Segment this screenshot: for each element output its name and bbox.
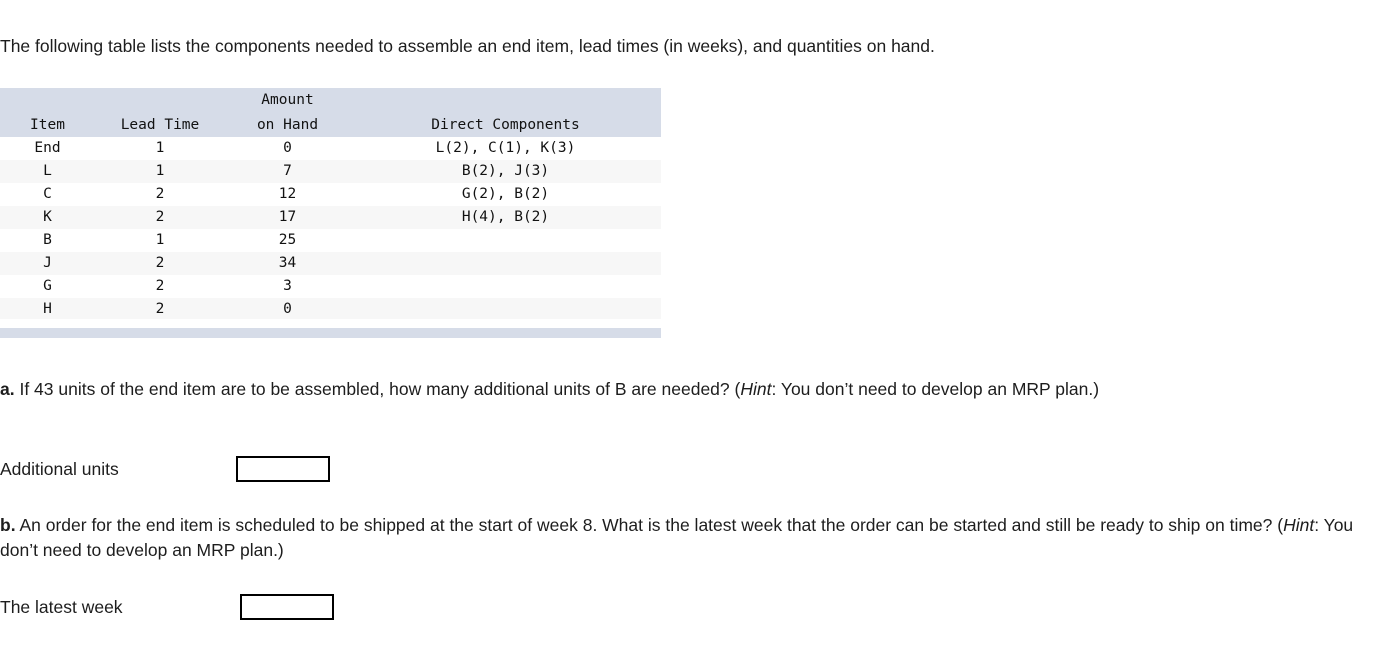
table-body: End 1 0 L(2), C(1), K(3) L 1 7 B(2), J(3) C 2 12 G(… — [0, 137, 661, 321]
cell-item: H — [43, 301, 52, 317]
cell-direct-components — [350, 298, 661, 321]
table-footer-bar — [0, 328, 661, 338]
cell-direct-components: B(2), J(3) — [461, 163, 550, 179]
cell-lead-time: 2 — [155, 186, 165, 202]
header-amount-on-hand-line1: Amount — [261, 92, 314, 108]
cell-direct-components: L(2), C(1), K(3) — [435, 140, 576, 156]
cell-item: End — [34, 140, 61, 156]
question-a-label: a. — [0, 379, 15, 399]
cell-lead-time: 2 — [155, 278, 165, 294]
latest-week-input[interactable] — [240, 594, 334, 620]
cell-lead-time: 2 — [155, 301, 165, 317]
cell-item: L — [43, 163, 52, 179]
question-b-hint-word: Hint — [1283, 515, 1315, 535]
table-row: End 1 0 L(2), C(1), K(3) — [0, 137, 661, 160]
table-header-row-bottom: Item Lead Time on Hand Direct Components — [0, 113, 661, 137]
table-row: J 2 34 — [0, 252, 661, 275]
cell-lead-time: 1 — [155, 232, 165, 248]
cell-lead-time: 2 — [155, 209, 165, 225]
answer-row-additional-units: Additional units — [0, 456, 330, 482]
table-row: L 1 7 B(2), J(3) — [0, 160, 661, 183]
question-b-text-before-hint: An order for the end item is scheduled t… — [15, 515, 1284, 535]
question-a: a. If 43 units of the end item are to be… — [0, 377, 1380, 402]
header-direct-components: Direct Components — [431, 117, 580, 133]
cell-lead-time: 1 — [155, 163, 165, 179]
cell-lead-time: 2 — [155, 255, 165, 271]
header-direct-components-spacer — [350, 88, 661, 113]
cell-lead-time: 1 — [155, 140, 165, 156]
answer-label-additional-units: Additional units — [0, 459, 119, 479]
cell-item: G — [43, 278, 52, 294]
cell-amount-on-hand: 0 — [283, 140, 292, 156]
table-row: G 2 3 — [0, 275, 661, 298]
components-table: Amount Item Lead Time on Hand Direct Com… — [0, 88, 661, 321]
header-amount-on-hand-line2: on Hand — [256, 117, 319, 133]
answer-label-latest-week: The latest week — [0, 597, 123, 617]
cell-item: B — [43, 232, 52, 248]
answer-row-latest-week: The latest week — [0, 594, 334, 620]
intro-paragraph: The following table lists the components… — [0, 36, 935, 56]
question-a-hint-word: Hint — [740, 379, 772, 399]
cell-amount-on-hand: 12 — [278, 186, 297, 202]
question-a-text-after-hint: : You don’t need to develop an MRP plan.… — [771, 379, 1100, 399]
question-b: b. An order for the end item is schedule… — [0, 513, 1380, 563]
table-header-row-top: Amount — [0, 88, 661, 113]
cell-direct-components: H(4), B(2) — [461, 209, 550, 225]
table-row: B 1 25 — [0, 229, 661, 252]
table-header: Amount Item Lead Time on Hand Direct Com… — [0, 88, 661, 137]
cell-direct-components — [350, 252, 661, 275]
header-lead-time: Lead Time — [120, 117, 200, 133]
table-row: H 2 0 — [0, 298, 661, 321]
cell-direct-components — [350, 275, 661, 298]
table-row: K 2 17 H(4), B(2) — [0, 206, 661, 229]
cell-direct-components — [350, 229, 661, 252]
cell-amount-on-hand: 17 — [278, 209, 297, 225]
question-a-text-before-hint: If 43 units of the end item are to be as… — [14, 379, 741, 399]
table-bottom-spacer — [0, 319, 661, 328]
cell-amount-on-hand: 0 — [283, 301, 292, 317]
header-lead-time-spacer — [95, 88, 225, 113]
header-item: Item — [30, 117, 65, 133]
header-item-spacer — [0, 88, 95, 113]
cell-amount-on-hand: 34 — [278, 255, 297, 271]
additional-units-input[interactable] — [236, 456, 330, 482]
cell-item: C — [43, 186, 52, 202]
cell-direct-components: G(2), B(2) — [461, 186, 550, 202]
cell-amount-on-hand: 25 — [278, 232, 297, 248]
cell-item: K — [43, 209, 52, 225]
cell-amount-on-hand: 7 — [283, 163, 292, 179]
question-b-label: b. — [0, 515, 16, 535]
cell-item: J — [43, 255, 52, 271]
table-row: C 2 12 G(2), B(2) — [0, 183, 661, 206]
cell-amount-on-hand: 3 — [283, 278, 292, 294]
